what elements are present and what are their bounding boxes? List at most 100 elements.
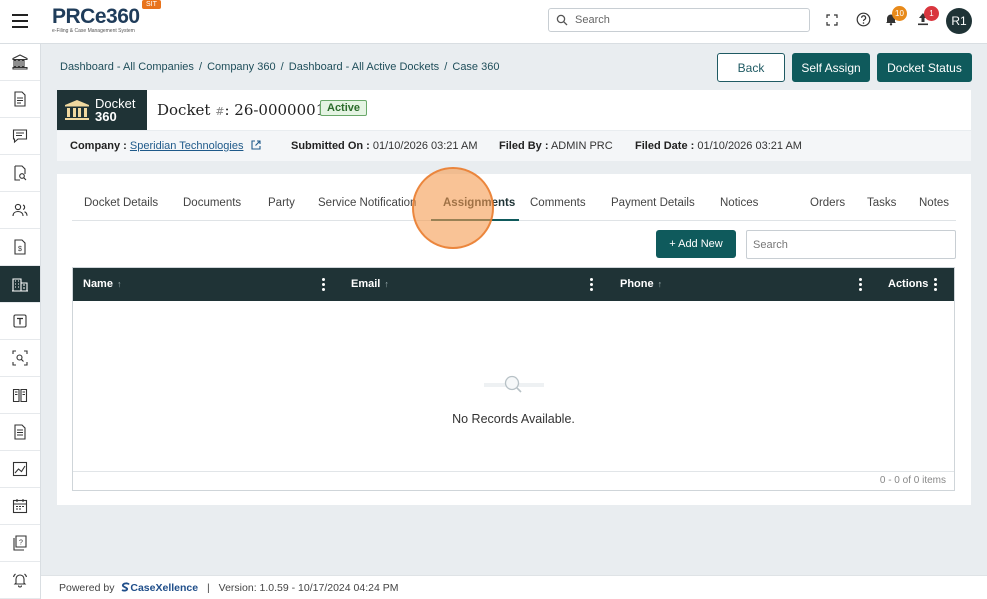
sidebar-item-users[interactable] (0, 192, 40, 229)
tab-payment-details[interactable]: Payment Details (611, 197, 695, 209)
self-assign-button[interactable]: Self Assign (792, 53, 870, 82)
tab-orders[interactable]: Orders (810, 197, 845, 209)
notifications-count-badge: 10 (892, 6, 907, 21)
menu-icon[interactable] (12, 14, 28, 28)
tab-comments[interactable]: Comments (530, 197, 586, 209)
footer: Powered by CaseXellence | Version: 1.0.5… (41, 575, 987, 599)
tab-assignments[interactable]: Assignments (443, 197, 515, 209)
help-icon[interactable] (856, 12, 872, 28)
building-icon (12, 278, 28, 292)
sidebar-item-comments[interactable] (0, 118, 40, 155)
sidebar-item-templates[interactable] (0, 303, 40, 340)
document-icon (14, 91, 26, 107)
docket-360-badge: Docket 360 (57, 90, 147, 130)
book-icon (12, 388, 28, 403)
docket-info-row: Company : Speridian Technologies Submitt… (57, 131, 971, 161)
column-menu-icon[interactable] (590, 278, 594, 291)
tab-documents[interactable]: Documents (183, 197, 241, 209)
column-header-phone[interactable]: Phone ↑ (620, 278, 662, 290)
breadcrumb-separator: / (444, 61, 448, 73)
sidebar-item-scan-search[interactable] (0, 340, 40, 377)
column-label-name: Name (83, 278, 113, 290)
sidebar: $ ? (0, 44, 41, 599)
sidebar-item-calendar[interactable] (0, 488, 40, 525)
fullscreen-icon[interactable] (824, 12, 840, 28)
footer-brand[interactable]: CaseXellence (130, 582, 198, 594)
sort-arrow-icon: ↑ (657, 279, 663, 289)
column-header-email[interactable]: Email ↑ (351, 278, 389, 290)
footer-powered-by: Powered by (59, 582, 115, 594)
empty-state-text: No Records Available. (452, 412, 575, 426)
app-logo[interactable]: PRCe360 e-Filing & Case Management Syste… (52, 5, 140, 35)
breadcrumb-item-all-companies[interactable]: Dashboard - All Companies (60, 61, 194, 73)
bank-icon (12, 54, 28, 70)
sidebar-item-doc-search[interactable] (0, 155, 40, 192)
template-icon (13, 314, 27, 328)
scan-search-icon (12, 350, 28, 366)
company-label: Company : (70, 140, 127, 152)
column-label-phone: Phone (620, 278, 654, 290)
filed-date-value: 01/10/2026 03:21 AM (697, 140, 802, 152)
column-menu-icon[interactable] (859, 278, 863, 291)
search-icon (556, 14, 568, 26)
calendar-icon (12, 499, 28, 514)
column-menu-icon[interactable] (322, 278, 326, 291)
filed-date-label: Filed Date : (635, 140, 695, 152)
file-text-icon (14, 424, 26, 440)
sidebar-item-library[interactable] (0, 377, 40, 414)
sidebar-item-help-docs[interactable]: ? (0, 525, 40, 562)
sort-arrow-icon: ↑ (116, 279, 122, 289)
user-avatar[interactable]: R1 (946, 8, 972, 34)
notifications-bell-icon[interactable]: 10 (884, 6, 907, 28)
breadcrumb-separator: / (198, 61, 203, 73)
tab-tasks[interactable]: Tasks (867, 197, 896, 209)
company-link[interactable]: Speridian Technologies (130, 140, 244, 152)
sidebar-item-payments[interactable]: $ (0, 229, 40, 266)
sidebar-item-bank[interactable] (0, 44, 40, 81)
sidebar-item-files[interactable] (0, 414, 40, 451)
tab-service-notification[interactable]: Service Notification (318, 197, 416, 209)
tab-docket-details[interactable]: Docket Details (84, 197, 158, 209)
filed-date-info: Filed Date : 01/10/2026 03:21 AM (635, 140, 802, 152)
breadcrumb-item-company-360[interactable]: Company 360 (207, 61, 276, 73)
top-bar: PRCe360 e-Filing & Case Management Syste… (0, 0, 987, 44)
courthouse-icon (65, 100, 89, 120)
grid-header: Name ↑ Email ↑ Phone ↑ Actions (73, 268, 954, 301)
env-badge: SIT (142, 0, 161, 9)
tab-bar: Docket Details Documents Party Service N… (72, 188, 956, 221)
sidebar-item-documents[interactable] (0, 81, 40, 118)
no-records-search-icon (483, 375, 544, 393)
docket-badge-line2: 360 (95, 109, 117, 124)
bell-ring-icon (12, 573, 28, 588)
column-menu-icon[interactable] (934, 278, 938, 291)
global-search-input[interactable] (575, 12, 800, 28)
tab-party[interactable]: Party (268, 197, 295, 209)
breadcrumb: Dashboard - All Companies / Company 360 … (60, 61, 499, 73)
add-new-button[interactable]: + Add New (656, 230, 736, 258)
sidebar-item-reports[interactable] (0, 451, 40, 488)
global-search[interactable] (548, 8, 810, 32)
upload-icon[interactable]: 1 (916, 6, 939, 28)
pager-info: 0 - 0 of 0 items (73, 471, 954, 490)
breadcrumb-separator: / (280, 61, 284, 73)
docket-status-button[interactable]: Docket Status (877, 53, 972, 82)
filed-by-value: ADMIN PRC (550, 140, 613, 152)
filed-by-label: Filed By : (499, 140, 549, 152)
assignments-grid: Name ↑ Email ↑ Phone ↑ Actions No Records A… (72, 267, 955, 491)
svg-text:$: $ (18, 246, 22, 253)
logo-text: PRCe360 (52, 5, 140, 28)
logo-tagline: e-Filing & Case Management System (52, 28, 135, 34)
assignments-panel: Docket Details Documents Party Service N… (57, 174, 971, 505)
tab-notices[interactable]: Notices (720, 197, 758, 209)
sidebar-item-alerts[interactable] (0, 562, 40, 599)
external-link-icon[interactable] (250, 140, 261, 150)
column-header-name[interactable]: Name ↑ (83, 278, 121, 290)
submitted-label: Submitted On : (291, 140, 370, 152)
back-button[interactable]: Back (717, 53, 785, 82)
docket-title: Docket #: 26-0000001 (157, 101, 325, 119)
tab-notes[interactable]: Notes (919, 197, 949, 209)
grid-search-input[interactable] (746, 230, 956, 259)
dollar-document-icon: $ (14, 239, 26, 255)
sidebar-item-companies[interactable] (0, 266, 40, 303)
breadcrumb-item-active-dockets[interactable]: Dashboard - All Active Dockets (289, 61, 439, 73)
